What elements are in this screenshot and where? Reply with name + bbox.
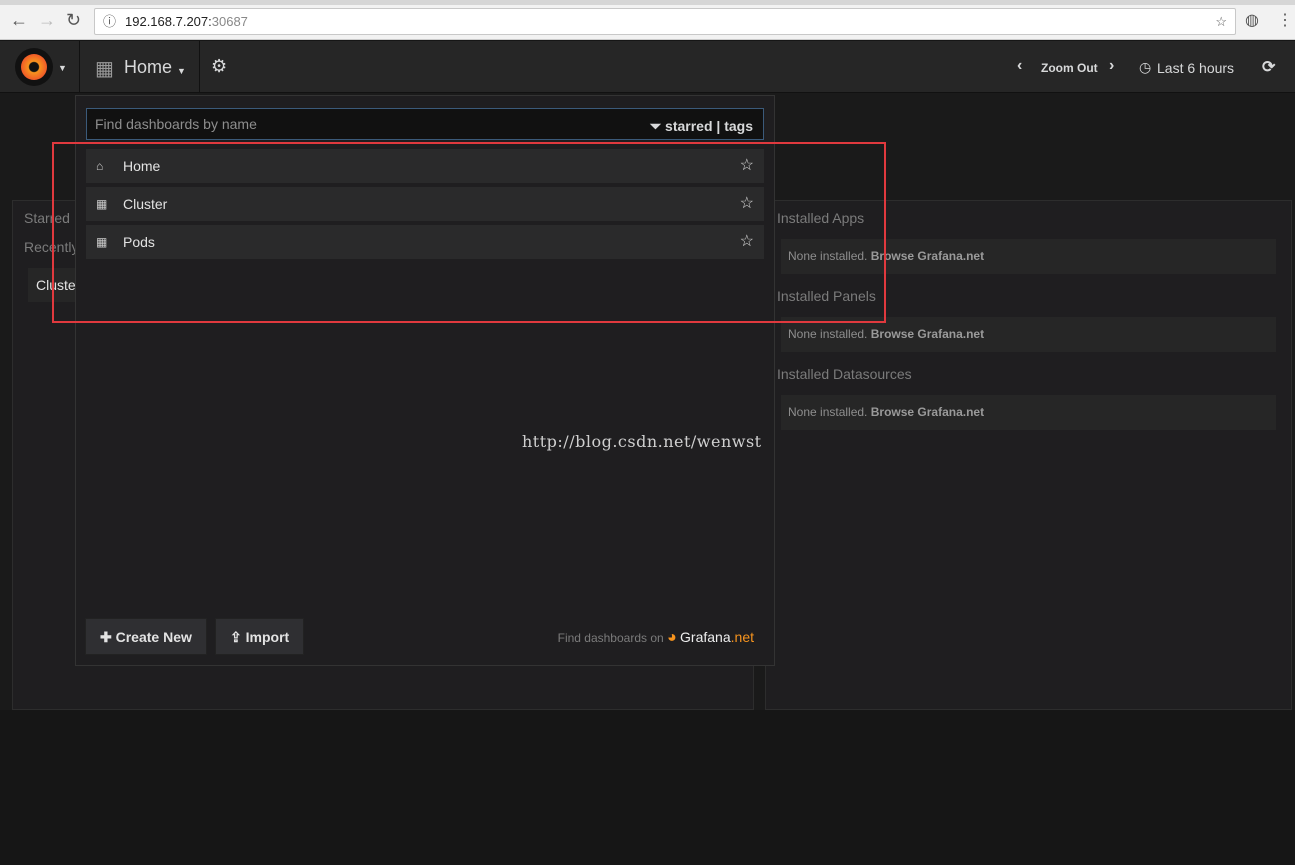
chevron-left-icon[interactable]: ‹ [1017, 57, 1022, 75]
caret-down-icon: ▼ [177, 66, 186, 76]
watermark: http://blog.csdn.net/wenwst [522, 432, 762, 451]
browser-chrome: ← → ↻ ⓘ 192.168.7.207:30687 ☆ ◍ ⋮ [0, 0, 1295, 40]
back-icon[interactable]: ← [10, 10, 28, 31]
url-port: 30687 [211, 14, 248, 29]
gear-icon[interactable]: ⚙ [211, 56, 227, 77]
zoom-out-button[interactable]: Zoom Out [1041, 61, 1098, 75]
globe-icon[interactable]: ◍ [1245, 10, 1259, 30]
starred-heading: Starred [24, 210, 70, 226]
dashboard-grid-icon: ▦ [96, 235, 108, 249]
menu-icon[interactable]: ⋮ [1277, 10, 1293, 30]
reload-icon[interactable]: ↻ [66, 10, 81, 31]
caret-down-icon[interactable]: ▼ [58, 63, 67, 73]
filter-starred-tags[interactable]: ⏷ starred | tags [650, 111, 753, 141]
dashboard-picker[interactable]: Home [124, 57, 172, 78]
installed-datasources-row: None installed. Browse Grafana.net [781, 395, 1276, 430]
star-icon[interactable]: ☆ [740, 225, 754, 259]
page-footer-area [0, 710, 1295, 865]
grafana-net-logo-icon: ◕ [667, 629, 677, 646]
browse-link[interactable]: Browse Grafana.net [871, 249, 984, 263]
installed-apps-heading: Installed Apps [777, 210, 865, 226]
time-range-picker[interactable]: Last 6 hours [1157, 60, 1234, 76]
url-host: 192.168.7.207: [125, 14, 212, 29]
search-result-home[interactable]: ⌂ Home ☆ [86, 149, 764, 183]
installed-datasources-heading: Installed Datasources [777, 366, 912, 382]
grafana-net-link[interactable]: Find dashboards on ◕ Grafana.net [558, 629, 754, 647]
address-bar[interactable]: ⓘ 192.168.7.207:30687 ☆ [94, 8, 1236, 35]
search-result-cluster[interactable]: ▦ Cluster ☆ [86, 187, 764, 221]
info-icon: ⓘ [103, 14, 117, 29]
tab-strip [0, 0, 1295, 5]
plugins-panel [765, 200, 1292, 710]
installed-panels-row: None installed. Browse Grafana.net [781, 317, 1276, 352]
browse-link[interactable]: Browse Grafana.net [871, 405, 984, 419]
dashboard-search-dropdown: Find dashboards by name ⏷ starred | tags… [75, 95, 775, 666]
dashboard-grid-icon: ▦ [95, 58, 114, 80]
installed-panels-heading: Installed Panels [777, 288, 876, 304]
installed-apps-row: None installed. Browse Grafana.net [781, 239, 1276, 274]
home-icon: ⌂ [96, 159, 104, 173]
grafana-logo[interactable] [15, 48, 53, 86]
create-new-button[interactable]: ✚ Create New [85, 618, 207, 655]
search-input[interactable]: Find dashboards by name ⏷ starred | tags [86, 108, 764, 140]
clock-icon: ◷ [1139, 59, 1152, 75]
browse-link[interactable]: Browse Grafana.net [871, 327, 984, 341]
star-icon[interactable]: ☆ [740, 149, 754, 183]
search-result-pods[interactable]: ▦ Pods ☆ [86, 225, 764, 259]
forward-icon[interactable]: → [38, 10, 56, 31]
import-button[interactable]: ⇪ Import [215, 618, 305, 655]
chevron-right-icon[interactable]: › [1109, 57, 1114, 75]
bookmark-star-icon[interactable]: ☆ [1215, 9, 1227, 34]
star-icon[interactable]: ☆ [740, 187, 754, 221]
refresh-icon[interactable]: ⟳ [1262, 57, 1275, 77]
top-navbar: ▼ ▦ Home ▼ ⚙ ‹ Zoom Out › ◷ Last 6 hours… [0, 41, 1295, 93]
recently-heading: Recently [24, 239, 79, 255]
dashboard-grid-icon: ▦ [96, 197, 108, 211]
